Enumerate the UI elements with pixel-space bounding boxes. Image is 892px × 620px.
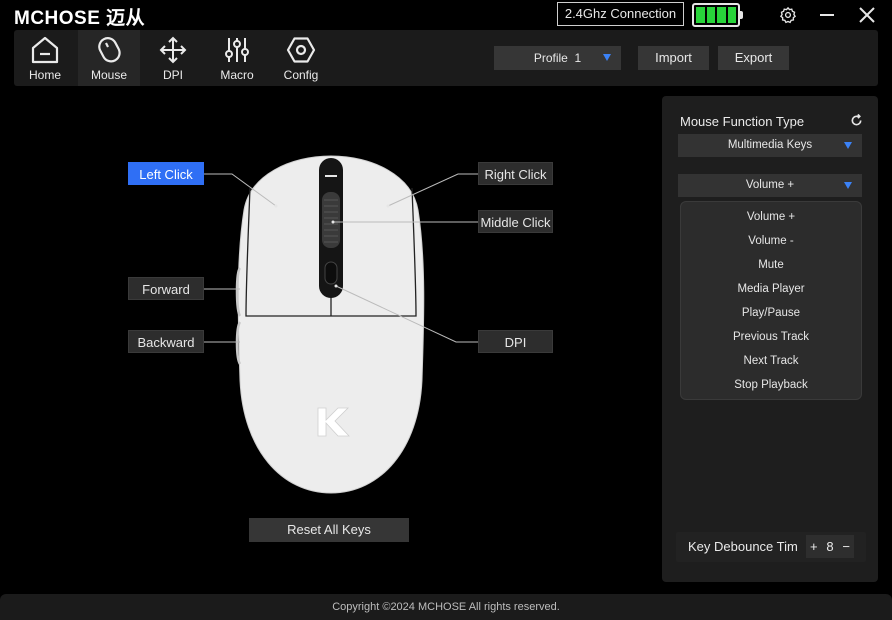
battery-indicator (692, 3, 743, 27)
list-item[interactable]: Next Track (681, 349, 861, 373)
list-item[interactable]: Media Player (681, 277, 861, 301)
forward-key[interactable]: Forward (128, 277, 204, 300)
chevron-down-icon (844, 182, 852, 189)
key-function-panel: Mouse Function Type Multimedia Keys Volu… (662, 96, 878, 582)
list-item[interactable]: Play/Pause (681, 301, 861, 325)
right-click-key[interactable]: Right Click (478, 162, 553, 185)
key-select-value: Volume + (745, 179, 795, 191)
list-item[interactable]: Volume - (681, 229, 861, 253)
chevron-down-icon (844, 142, 852, 149)
debounce-stepper: + 8 − (806, 535, 854, 558)
mouse-illustration (204, 155, 478, 494)
key-select[interactable]: Volume + (678, 174, 862, 197)
close-icon[interactable] (855, 3, 879, 27)
panel-title: Mouse Function Type (680, 114, 805, 129)
decrement-button[interactable]: − (842, 539, 850, 554)
dpi-key[interactable]: DPI (478, 330, 553, 353)
footer-copyright: Copyright ©2024 MCHOSE All rights reserv… (0, 594, 892, 620)
left-click-key[interactable]: Left Click (128, 162, 204, 185)
increment-button[interactable]: + (810, 539, 818, 554)
list-item[interactable]: Stop Playback (681, 373, 861, 397)
reset-all-keys-button[interactable]: Reset All Keys (249, 518, 409, 542)
debounce-value: 8 (826, 539, 834, 554)
list-item[interactable]: Previous Track (681, 325, 861, 349)
refresh-icon[interactable] (850, 113, 863, 132)
settings-gear-icon[interactable] (776, 3, 800, 27)
debounce-label: Key Debounce Tim (688, 539, 798, 554)
export-button[interactable]: Export (718, 46, 789, 70)
backward-key[interactable]: Backward (128, 330, 204, 353)
minimize-icon[interactable] (815, 3, 839, 27)
function-type-value: Multimedia Keys (727, 139, 813, 151)
key-options-list: Volume + Volume - Mute Media Player Play… (680, 201, 862, 400)
debounce-control: Key Debounce Tim + 8 − (676, 532, 866, 562)
function-type-select[interactable]: Multimedia Keys (678, 134, 862, 157)
list-item[interactable]: Volume + (681, 205, 861, 229)
list-item[interactable]: Mute (681, 253, 861, 277)
middle-click-key[interactable]: Middle Click (478, 210, 553, 233)
